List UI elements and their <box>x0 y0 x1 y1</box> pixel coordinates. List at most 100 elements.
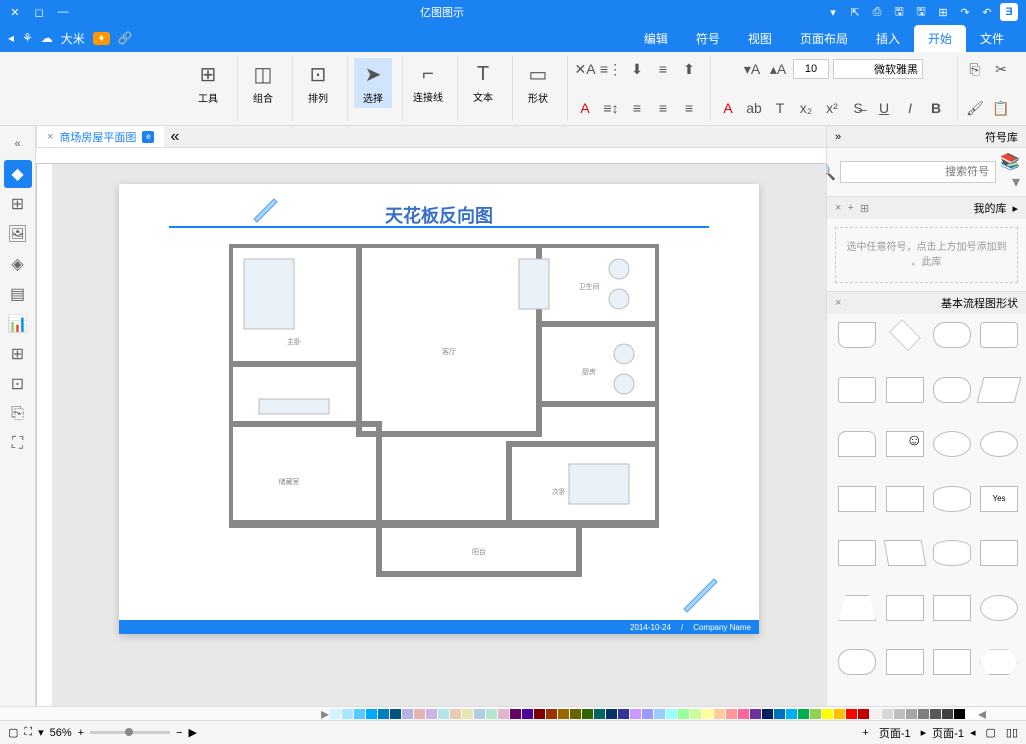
save-as-icon[interactable]: 🖫 <box>892 5 906 19</box>
color-swatch[interactable] <box>462 709 473 719</box>
minimize-icon[interactable]: — <box>56 5 70 19</box>
color-swatch[interactable] <box>642 709 653 719</box>
color-swatch[interactable] <box>906 709 917 719</box>
color-swatch[interactable] <box>390 709 401 719</box>
mylib-header[interactable]: ▸我的库 ⊞+× <box>827 197 1026 219</box>
page-prev-icon[interactable]: ◂ <box>970 726 976 739</box>
underline-icon[interactable]: U <box>873 97 895 119</box>
play-icon[interactable]: ▶ <box>189 726 197 739</box>
tab-edit[interactable]: 编辑 <box>630 25 682 52</box>
shape-item[interactable] <box>838 540 876 566</box>
share-icon[interactable]: 🔗 <box>118 31 133 45</box>
view-mode-icon[interactable]: ▯▯ <box>1006 726 1018 739</box>
page[interactable]: 天花板反向图 <box>119 184 759 634</box>
color-swatch[interactable] <box>594 709 605 719</box>
color-swatch[interactable] <box>846 709 857 719</box>
shape-item[interactable]: ☺ <box>886 431 924 457</box>
align-top-icon[interactable]: ⬆ <box>678 58 700 80</box>
shapes-section-header[interactable]: 基本流程图形状 × <box>827 292 1026 314</box>
color-swatch[interactable] <box>714 709 725 719</box>
color-swatch[interactable] <box>450 709 461 719</box>
superscript-icon[interactable]: x² <box>821 97 843 119</box>
page-next-icon[interactable]: ▸ <box>921 726 927 739</box>
color-swatch[interactable] <box>330 709 341 719</box>
shape-item[interactable] <box>886 486 924 512</box>
copy-icon[interactable]: ⎘ <box>964 58 986 80</box>
zoom-out-icon[interactable]: − <box>176 727 182 739</box>
tab-layout[interactable]: 页面布局 <box>786 25 862 52</box>
format-painter-icon[interactable]: 🖌 <box>964 97 986 119</box>
case-icon[interactable]: T <box>769 97 791 119</box>
fullscreen-icon[interactable]: ⛶ <box>4 430 32 458</box>
color-swatch[interactable] <box>798 709 809 719</box>
page-indicator[interactable]: 页面-1 <box>932 725 964 741</box>
color-swatch[interactable] <box>834 709 845 719</box>
shape-item[interactable] <box>889 319 921 351</box>
color-swatch[interactable] <box>558 709 569 719</box>
expand-icon[interactable]: » <box>4 130 32 158</box>
shape-item[interactable] <box>838 322 876 348</box>
color-swatch[interactable] <box>426 709 437 719</box>
shrink-font-icon[interactable]: A▾ <box>741 58 763 80</box>
shape-item[interactable] <box>933 377 971 403</box>
shape-item[interactable] <box>933 540 971 566</box>
font-color2-icon[interactable]: A <box>574 97 596 119</box>
color-swatch[interactable] <box>522 709 533 719</box>
user-badge[interactable]: ♦ <box>93 32 110 45</box>
user-name[interactable]: 大米 <box>61 30 85 47</box>
shape-item[interactable] <box>933 649 971 675</box>
shape-item[interactable] <box>886 649 924 675</box>
clear-format-icon[interactable]: A✕ <box>574 58 596 80</box>
tools-button[interactable]: ⊞工具 <box>189 58 227 108</box>
color-swatch[interactable] <box>810 709 821 719</box>
shape-item[interactable] <box>980 595 1018 621</box>
sync-icon[interactable]: ⚘ <box>22 31 33 45</box>
colorbar-prev-icon[interactable]: ◂ <box>978 704 986 724</box>
shape-item[interactable] <box>838 431 876 457</box>
style-icon[interactable]: ◆ <box>4 160 32 188</box>
shape-item[interactable] <box>977 377 1022 403</box>
bullet-icon[interactable]: ⋮≡ <box>600 58 622 80</box>
grow-font-icon[interactable]: A▴ <box>767 58 789 80</box>
color-swatch[interactable] <box>894 709 905 719</box>
shapes-button[interactable]: ▭形状 <box>519 58 557 108</box>
new-icon[interactable]: ⊞ <box>936 5 950 19</box>
align-bot-icon[interactable]: ⬇ <box>626 58 648 80</box>
align-left-icon[interactable]: ≡ <box>678 97 700 119</box>
tab-view[interactable]: 视图 <box>734 25 786 52</box>
flow-icon[interactable]: ⎘ <box>4 400 32 428</box>
color-swatch[interactable] <box>618 709 629 719</box>
shape-item[interactable] <box>933 322 971 348</box>
shape-item[interactable] <box>980 431 1018 457</box>
shape-item[interactable] <box>980 649 1018 675</box>
color-swatch[interactable] <box>822 709 833 719</box>
color-swatch[interactable] <box>366 709 377 719</box>
align-center-icon[interactable]: ≡ <box>652 97 674 119</box>
tab-start[interactable]: 开始 <box>914 25 966 52</box>
italic-icon[interactable]: I <box>899 97 921 119</box>
color-swatch[interactable] <box>870 709 881 719</box>
align-right-icon[interactable]: ≡ <box>626 97 648 119</box>
color-swatch[interactable] <box>702 709 713 719</box>
floorplan[interactable]: 主卧 客厅 卫生间 厨房 储藏室 次卧 阳台 <box>229 244 659 584</box>
shape-item[interactable] <box>980 322 1018 348</box>
undo-icon[interactable]: ↶ <box>980 5 994 19</box>
tab-symbols[interactable]: 符号 <box>682 25 734 52</box>
color-swatch[interactable] <box>966 709 977 719</box>
dropdown-icon[interactable]: ▾ <box>826 5 840 19</box>
color-swatch[interactable] <box>486 709 497 719</box>
color-swatch[interactable] <box>762 709 773 719</box>
colorbar-next-icon[interactable]: ▸ <box>321 704 329 724</box>
shape-item[interactable] <box>838 377 876 403</box>
fit-page-icon[interactable]: ▢ <box>8 726 18 739</box>
color-swatch[interactable] <box>354 709 365 719</box>
table-icon[interactable]: ⊞ <box>4 340 32 368</box>
align-button[interactable]: ⊡排列 <box>299 58 337 108</box>
zoom-in-icon[interactable]: + <box>78 727 84 739</box>
color-swatch[interactable] <box>438 709 449 719</box>
shape-item[interactable] <box>886 377 924 403</box>
panel-toggle-icon[interactable]: » <box>164 128 185 146</box>
close-shapes-icon[interactable]: × <box>835 297 841 309</box>
color-swatch[interactable] <box>678 709 689 719</box>
color-swatch[interactable] <box>954 709 965 719</box>
